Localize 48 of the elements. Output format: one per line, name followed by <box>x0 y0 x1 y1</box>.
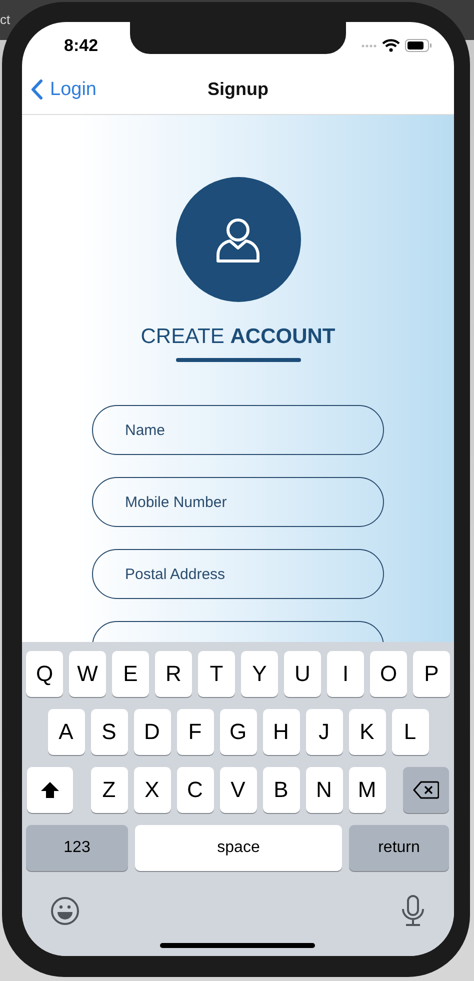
keyboard-key[interactable]: C <box>176 767 214 813</box>
keyboard-key[interactable]: P <box>413 651 450 697</box>
keyboard-key[interactable]: I <box>327 651 364 697</box>
keyboard-key[interactable]: E <box>112 651 149 697</box>
emoji-icon[interactable] <box>50 896 80 926</box>
keyboard-key[interactable]: U <box>284 651 321 697</box>
shift-key[interactable] <box>27 767 73 813</box>
delete-key[interactable] <box>403 767 449 813</box>
keyboard-key[interactable]: Q <box>26 651 63 697</box>
input-field[interactable]: Mobile Number <box>92 477 384 527</box>
keyboard-key[interactable]: N <box>306 767 342 813</box>
keyboard-key[interactable]: J <box>306 709 342 755</box>
keyboard-key[interactable]: H <box>262 709 300 755</box>
signal-icon <box>361 44 377 48</box>
keyboard-key[interactable]: O <box>370 651 407 697</box>
wifi-icon <box>382 39 400 52</box>
keyboard-key[interactable]: X <box>134 767 170 813</box>
keyboard-key[interactable]: M <box>348 767 386 813</box>
keyboard-key[interactable]: A <box>48 709 84 755</box>
keyboard-key[interactable]: G <box>220 709 256 755</box>
keyboard-key[interactable]: D <box>134 709 170 755</box>
battery-icon <box>405 39 432 52</box>
keyboard-key[interactable]: W <box>69 651 106 697</box>
numbers-key[interactable]: 123 <box>26 825 128 871</box>
screen-title: Signup <box>206 79 270 100</box>
person-icon <box>214 216 262 264</box>
input-field[interactable]: Postal Address <box>92 549 384 599</box>
keyboard-key[interactable]: Y <box>241 651 278 697</box>
keyboard-key[interactable]: S <box>90 709 128 755</box>
return-key[interactable]: return <box>349 825 449 871</box>
input-field[interactable]: Name <box>92 405 384 455</box>
keyboard-key[interactable]: T <box>198 651 235 697</box>
back-link[interactable]: Login <box>30 78 96 100</box>
status-time: 8:42 <box>64 36 98 56</box>
heading: CREATE ACCOUNT <box>140 324 336 350</box>
keyboard-key[interactable]: R <box>155 651 192 697</box>
keyboard-key[interactable]: Z <box>90 767 128 813</box>
keyboard-key[interactable]: K <box>348 709 386 755</box>
chevron-left-icon <box>30 79 43 100</box>
keyboard-key[interactable]: V <box>220 767 256 813</box>
keyboard-key[interactable]: B <box>262 767 300 813</box>
keyboard-key[interactable]: L <box>392 709 428 755</box>
keyboard-key[interactable]: F <box>176 709 214 755</box>
backspace-icon <box>413 781 439 799</box>
space-key[interactable]: space <box>135 825 342 871</box>
window-title: ct <box>0 12 10 27</box>
microphone-icon[interactable] <box>401 895 425 927</box>
shift-arrow-icon <box>40 781 60 799</box>
